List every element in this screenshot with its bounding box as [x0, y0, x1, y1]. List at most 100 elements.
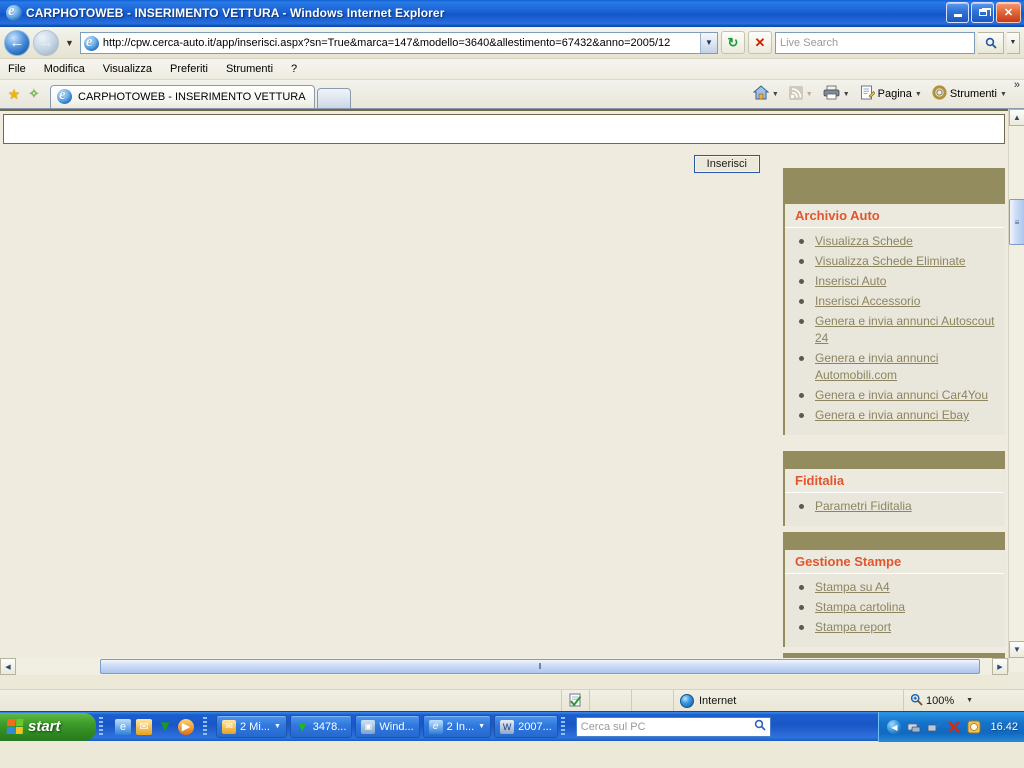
feeds-button[interactable]: ▼	[786, 84, 816, 105]
inserisci-button[interactable]: Inserisci	[693, 155, 760, 173]
vertical-scrollbar[interactable]: ▲ ≡ ▼	[1008, 109, 1024, 675]
link-annunci-car4you[interactable]: Genera e invia annunci Car4You	[815, 388, 988, 402]
link-annunci-automobili-com[interactable]: Genera e invia annunci Automobili.com	[815, 351, 938, 382]
url-dropdown-icon[interactable]: ▼	[700, 32, 717, 53]
chevron-down-icon[interactable]: ▼	[274, 723, 281, 730]
web-page-content: Inserisci Archivio Auto Visualizza Sched…	[0, 109, 1008, 675]
emule-icon[interactable]: ▼	[157, 718, 173, 735]
list-item[interactable]: Genera e invia annunci Ebay	[799, 407, 998, 427]
taskbar-item-word[interactable]: W 2007...	[494, 715, 558, 738]
list-item[interactable]: Stampa cartolina	[799, 599, 998, 619]
taskbar-item-outlook[interactable]: ✉ 2 Mi... ▼	[216, 715, 287, 738]
desktop-search-input[interactable]: Cerca sul PC	[575, 716, 771, 737]
stop-button[interactable]: ✕	[748, 31, 772, 54]
link-visualizza-schede[interactable]: Visualizza Schede	[815, 234, 913, 248]
show-hidden-icons-arrow[interactable]: ◀	[887, 720, 902, 734]
link-inserisci-accessorio[interactable]: Inserisci Accessorio	[815, 294, 920, 308]
horizontal-scroll-thumb[interactable]: ‖	[100, 659, 980, 674]
taskbar-item-emule[interactable]: ▼ 3478...	[289, 715, 353, 738]
link-annunci-ebay[interactable]: Genera e invia annunci Ebay	[815, 408, 969, 422]
url-bar[interactable]: http://cpw.cerca-auto.it/app/inserisci.a…	[79, 31, 718, 54]
list-item[interactable]: Visualizza Schede Eliminate	[799, 253, 998, 273]
page-menu-caret-icon[interactable]: ▼	[915, 91, 922, 98]
menu-item-visualizza[interactable]: Visualizza	[103, 63, 152, 75]
home-button[interactable]: ▼	[750, 83, 782, 105]
window-titlebar[interactable]: CARPHOTOWEB - INSERIMENTO VETTURA - Wind…	[0, 0, 1024, 27]
chevron-down-icon[interactable]: ▼	[478, 723, 485, 730]
forward-button[interactable]: →	[33, 29, 59, 56]
link-annunci-autoscout24[interactable]: Genera e invia annunci Autoscout 24	[815, 314, 994, 345]
scroll-right-arrow-icon[interactable]: ▶	[992, 658, 1008, 675]
link-inserisci-auto[interactable]: Inserisci Auto	[815, 274, 886, 288]
link-stampa-report[interactable]: Stampa report	[815, 620, 891, 634]
antivirus-icon[interactable]	[946, 720, 961, 735]
list-item[interactable]: Inserisci Accessorio	[799, 293, 998, 313]
link-parametri-fiditalia[interactable]: Parametri Fiditalia	[815, 499, 912, 513]
link-visualizza-schede-eliminate[interactable]: Visualizza Schede Eliminate	[815, 254, 966, 268]
home-caret-icon[interactable]: ▼	[772, 91, 779, 98]
start-button[interactable]: start	[0, 712, 96, 741]
list-item[interactable]: Inserisci Auto	[799, 273, 998, 293]
search-grip[interactable]	[560, 716, 565, 737]
list-item[interactable]: Stampa su A4	[799, 579, 998, 599]
scroll-left-arrow-icon[interactable]: ◀	[0, 658, 16, 675]
taskbar-item-window[interactable]: ▣ Wind...	[355, 715, 420, 738]
outlook-tray-icon[interactable]	[966, 720, 981, 735]
search-dropdown-icon[interactable]: ▼	[1007, 31, 1020, 54]
taskbar-clock[interactable]: 16.42	[990, 721, 1018, 733]
search-go-icon[interactable]	[978, 31, 1004, 54]
right-sidebar: Archivio Auto Visualizza Schede Visualiz…	[783, 168, 1005, 675]
live-search-input[interactable]: Live Search	[775, 31, 975, 54]
menu-item-help[interactable]: ?	[291, 63, 297, 75]
link-stampa-cartolina[interactable]: Stampa cartolina	[815, 600, 905, 614]
network-icon[interactable]	[906, 720, 921, 735]
close-button[interactable]: ✕	[996, 2, 1021, 23]
list-item[interactable]: Stampa report	[799, 619, 998, 639]
tools-menu-caret-icon[interactable]: ▼	[1000, 91, 1007, 98]
list-item[interactable]: Visualizza Schede	[799, 233, 998, 253]
vertical-scroll-thumb[interactable]: ≡	[1009, 199, 1024, 245]
list-item[interactable]: Genera e invia annunci Car4You	[799, 387, 998, 407]
menu-item-preferiti[interactable]: Preferiti	[170, 63, 208, 75]
maximize-button[interactable]	[971, 2, 994, 23]
outlook-icon[interactable]: ✉	[136, 718, 152, 735]
tasks-grip[interactable]	[203, 716, 207, 737]
print-caret-icon[interactable]: ▼	[843, 91, 850, 98]
page-menu-label: Pagina	[877, 88, 912, 100]
minimize-button[interactable]	[946, 2, 969, 23]
list-item[interactable]: Parametri Fiditalia	[799, 498, 998, 518]
zoom-control[interactable]: 100% ▼	[904, 690, 1024, 712]
favorites-center-icon[interactable]: ★	[4, 84, 24, 104]
back-button[interactable]: ←	[4, 29, 30, 56]
zoom-level-label: 100%	[926, 694, 955, 707]
new-tab-button[interactable]	[316, 88, 351, 108]
overflow-chevron-icon[interactable]: »	[1014, 79, 1020, 91]
history-dropdown-icon[interactable]: ▼	[62, 38, 77, 48]
print-button[interactable]: ▼	[820, 83, 853, 105]
list-item[interactable]: Genera e invia annunci Automobili.com	[799, 350, 998, 387]
magnifier-icon[interactable]	[754, 719, 766, 734]
scroll-up-arrow-icon[interactable]: ▲	[1009, 109, 1024, 126]
tools-menu-button[interactable]: Strumenti ▼	[929, 83, 1010, 105]
page-menu-button[interactable]: Pagina ▼	[857, 83, 925, 105]
ie-launch-icon[interactable]: e	[115, 718, 131, 735]
link-stampa-su-a4[interactable]: Stampa su A4	[815, 580, 890, 594]
network2-icon[interactable]	[926, 720, 941, 735]
menu-item-file[interactable]: File	[8, 63, 26, 75]
horizontal-scrollbar[interactable]: ◀ ‖ ▶	[0, 658, 1008, 675]
zoom-caret-icon[interactable]: ▼	[966, 697, 973, 704]
list-item[interactable]: Genera e invia annunci Autoscout 24	[799, 313, 998, 350]
scroll-down-arrow-icon[interactable]: ▼	[1009, 641, 1024, 658]
tab-carphotoweb[interactable]: CARPHOTOWEB - INSERIMENTO VETTURA	[50, 85, 315, 108]
media-player-icon[interactable]: ▶	[178, 718, 194, 735]
sidebar-heading-fiditalia: Fiditalia	[785, 469, 1004, 493]
menu-item-strumenti[interactable]: Strumenti	[226, 63, 273, 75]
taskbar-item-ie[interactable]: e 2 In... ▼	[422, 715, 492, 738]
quicklaunch-grip[interactable]	[99, 716, 103, 737]
refresh-button[interactable]: ↻	[721, 31, 745, 54]
menu-item-modifica[interactable]: Modifica	[44, 63, 85, 75]
bullet-icon	[799, 413, 804, 418]
security-zone[interactable]: Internet	[674, 689, 904, 712]
add-to-favorites-icon[interactable]: ✧	[24, 84, 44, 104]
bullet-icon	[799, 393, 804, 398]
